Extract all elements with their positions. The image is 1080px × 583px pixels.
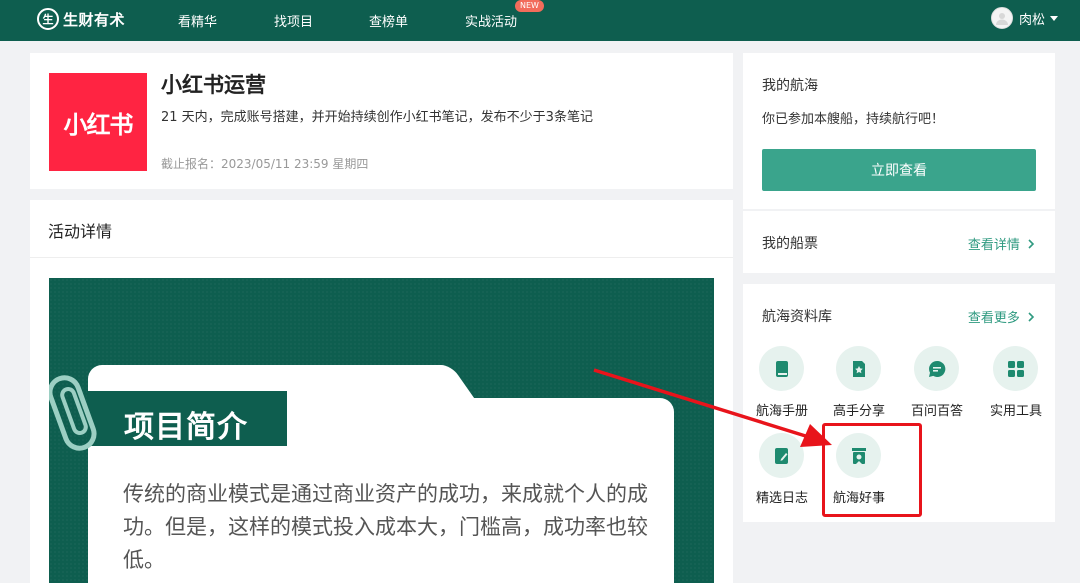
library-item-label: 实用工具 (989, 404, 1042, 419)
divider (30, 257, 733, 258)
library-item-selected-logs[interactable]: 精选日志 (742, 433, 822, 513)
my-ticket-title: 我的船票 (762, 236, 818, 252)
logo-text: 生财有术 (63, 10, 126, 29)
caret-down-icon (1050, 15, 1058, 21)
library-item-label: 航海手册 (755, 404, 808, 419)
grid-icon (993, 346, 1038, 391)
library-item-qa[interactable]: 百问百答 (897, 346, 977, 426)
detail-heading: 活动详情 (48, 222, 113, 241)
activity-header-card: 小红书 小红书运营 21 天内，完成账号搭建，并开始持续创作小红书笔记，发布不少… (30, 53, 733, 189)
my-ticket-card: 我的船票 查看详情 (743, 211, 1055, 273)
my-voyage-subtitle: 你已参加本艘船，持续航行吧！ (762, 112, 945, 127)
view-details-link[interactable]: 查看详情 (968, 234, 1035, 253)
nav-item-rankings[interactable]: 查榜单 (369, 11, 408, 30)
site-logo[interactable]: 生 生财有术 (37, 7, 125, 31)
nav-item-projects[interactable]: 找项目 (274, 11, 313, 30)
signup-deadline: 截止报名：2023/05/11 23:59 星期四 (161, 157, 369, 171)
library-item-handbook[interactable]: 航海手册 (742, 346, 822, 426)
my-voyage-card: 我的航海 你已参加本艘船，持续航行吧！ 立即查看 (743, 53, 1055, 209)
avatar-placeholder-icon (995, 13, 1008, 25)
activity-title: 小红书运营 (161, 73, 266, 97)
avatar (990, 7, 1013, 29)
star-doc-icon (836, 346, 881, 391)
user-name: 肉松 (1018, 12, 1045, 28)
xiaohongshu-logo: 小红书 (49, 73, 147, 171)
book-icon (759, 346, 804, 391)
new-badge: NEW (515, 0, 544, 12)
library-item-tools[interactable]: 实用工具 (976, 346, 1056, 426)
poster-section-title: 项目简介 (124, 410, 248, 445)
nav-item-activities[interactable]: 实战活动 (465, 11, 517, 30)
library-item-label: 高手分享 (832, 404, 885, 419)
library-item-label: 百问百答 (910, 404, 963, 419)
library-title: 航海资料库 (762, 309, 832, 325)
poster-body-text: 传统的商业模式是通过商业资产的成功，来成就个人的成功。但是，这样的模式投入成本大… (123, 482, 648, 572)
view-more-link[interactable]: 查看更多 (968, 307, 1035, 326)
view-now-button[interactable]: 立即查看 (762, 149, 1036, 191)
activity-detail-card: 活动详情 项目简介 传统的商业模式是通过商业资产的成功，来成就个人的成功。但是，… (30, 200, 733, 583)
library-item-expert-share[interactable]: 高手分享 (819, 346, 899, 426)
user-menu[interactable]: 肉松 (990, 7, 1058, 29)
intro-poster: 项目简介 传统的商业模式是通过商业资产的成功，来成就个人的成功。但是，这样的模式… (49, 278, 714, 583)
activity-description: 21 天内，完成账号搭建，并开始持续创作小红书笔记，发布不少于3条笔记 (161, 110, 593, 125)
library-item-label: 精选日志 (755, 491, 808, 506)
logo-mark-icon: 生 (37, 8, 59, 30)
chat-bubble-icon (914, 346, 959, 391)
voyage-library-card: 航海资料库 查看更多 航海手册 高手分享 百问百答 实用工具 精选日志 航海好事 (743, 284, 1055, 522)
notebook-pen-icon (759, 433, 804, 478)
view-details-label: 查看详情 (967, 238, 1020, 253)
chevron-right-icon (1028, 239, 1035, 249)
library-item-good-news[interactable]: 航海好事 (819, 433, 899, 513)
award-icon (836, 433, 881, 478)
top-nav: 生 生财有术 看精华 找项目 查榜单 实战活动 NEW 肉松 (0, 0, 1080, 41)
view-more-label: 查看更多 (967, 311, 1020, 326)
library-item-label: 航海好事 (832, 491, 885, 506)
my-voyage-title: 我的航海 (762, 78, 818, 94)
chevron-right-icon (1028, 312, 1035, 322)
nav-item-highlights[interactable]: 看精华 (178, 11, 217, 30)
